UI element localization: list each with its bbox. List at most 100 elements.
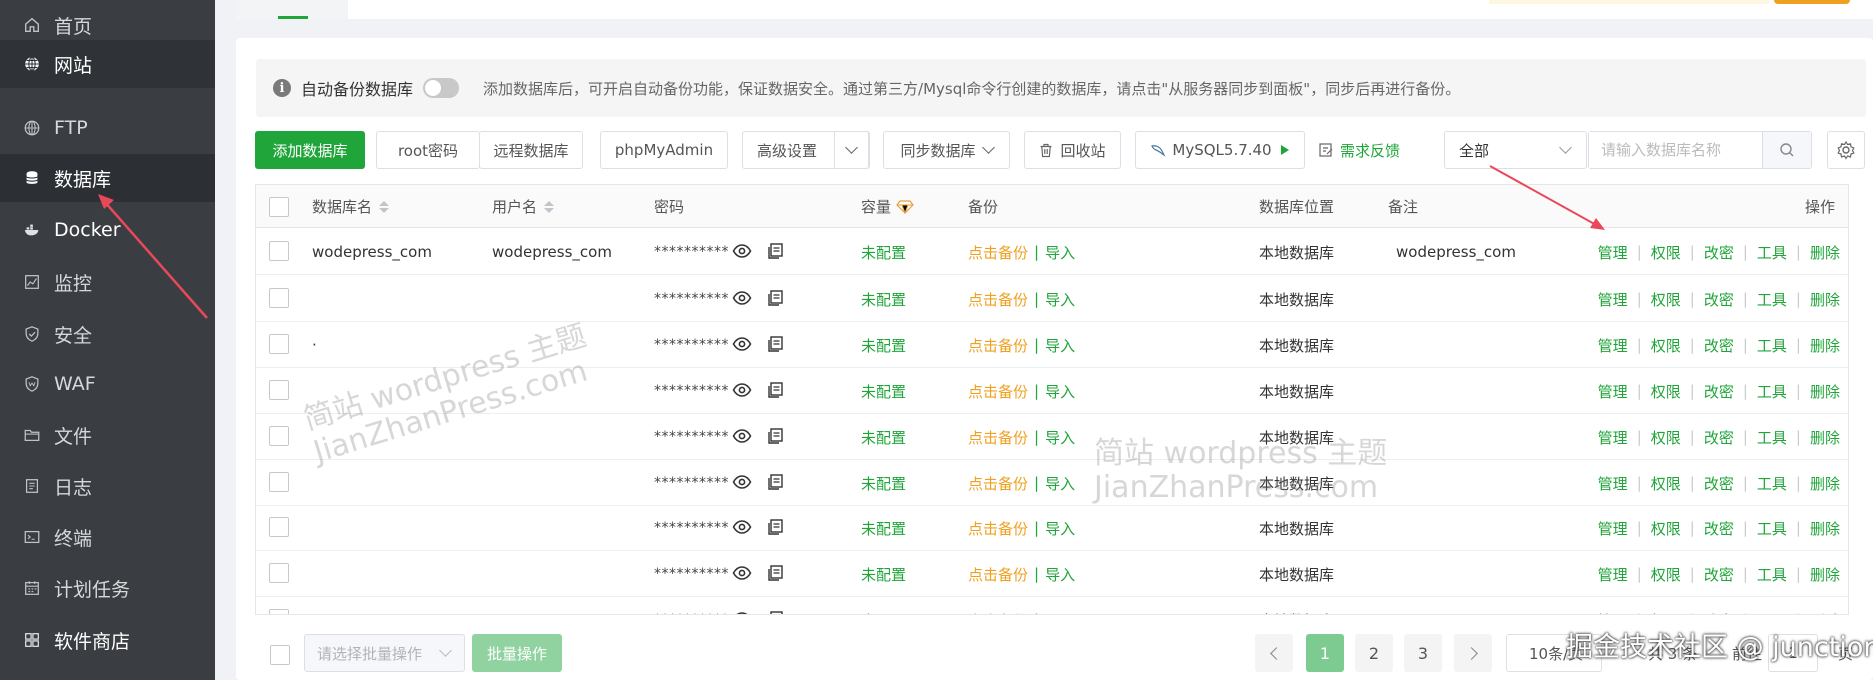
op-manage-link[interactable]: 管理: [1598, 564, 1628, 585]
page-3[interactable]: 3: [1404, 634, 1442, 672]
op-tools-link[interactable]: 工具: [1757, 473, 1787, 494]
op-change-password-link[interactable]: 改密: [1704, 381, 1734, 402]
backup-link[interactable]: 点击备份: [968, 518, 1028, 539]
op-change-password-link[interactable]: 改密: [1704, 610, 1734, 615]
op-delete-link[interactable]: 删除: [1810, 427, 1840, 448]
search-input[interactable]: [1589, 132, 1762, 168]
sidebar-item-logs[interactable]: 日志: [0, 462, 215, 510]
eye-icon[interactable]: [732, 474, 752, 494]
db-capacity[interactable]: 未配置: [861, 276, 906, 322]
op-delete-link[interactable]: 删除: [1810, 473, 1840, 494]
op-change-password-link[interactable]: 改密: [1704, 518, 1734, 539]
sidebar-item-website[interactable]: 网站: [0, 40, 215, 88]
op-permission-link[interactable]: 权限: [1651, 427, 1681, 448]
db-capacity[interactable]: 未配置: [861, 505, 906, 551]
op-change-password-link[interactable]: 改密: [1704, 427, 1734, 448]
op-delete-link[interactable]: 删除: [1810, 289, 1840, 310]
page-2[interactable]: 2: [1355, 634, 1393, 672]
op-manage-link[interactable]: 管理: [1598, 242, 1628, 263]
op-tools-link[interactable]: 工具: [1757, 289, 1787, 310]
op-delete-link[interactable]: 删除: [1810, 564, 1840, 585]
eye-icon[interactable]: [732, 519, 752, 539]
import-link[interactable]: 导入: [1045, 610, 1075, 615]
op-manage-link[interactable]: 管理: [1598, 518, 1628, 539]
batch-operation-button[interactable]: 批量操作: [472, 634, 562, 672]
op-delete-link[interactable]: 删除: [1810, 381, 1840, 402]
sidebar-item-files[interactable]: 文件: [0, 411, 215, 459]
prev-page-button[interactable]: [1255, 634, 1293, 672]
col-username[interactable]: 用户名: [492, 185, 555, 228]
op-delete-link[interactable]: 删除: [1810, 242, 1840, 263]
footer-select-all-checkbox[interactable]: [270, 645, 290, 665]
op-permission-link[interactable]: 权限: [1651, 381, 1681, 402]
op-change-password-link[interactable]: 改密: [1704, 564, 1734, 585]
op-change-password-link[interactable]: 改密: [1704, 473, 1734, 494]
copy-icon[interactable]: [766, 610, 784, 614]
op-delete-link[interactable]: 删除: [1810, 335, 1840, 356]
op-manage-link[interactable]: 管理: [1598, 427, 1628, 448]
mysql-version-button[interactable]: MySQL5.7.40: [1135, 131, 1305, 169]
op-tools-link[interactable]: 工具: [1757, 518, 1787, 539]
op-tools-link[interactable]: 工具: [1757, 242, 1787, 263]
next-page-button[interactable]: [1454, 634, 1492, 672]
op-change-password-link[interactable]: 改密: [1704, 335, 1734, 356]
op-tools-link[interactable]: 工具: [1757, 427, 1787, 448]
op-manage-link[interactable]: 管理: [1598, 289, 1628, 310]
db-capacity[interactable]: 未配置: [861, 551, 906, 597]
import-link[interactable]: 导入: [1045, 242, 1075, 263]
top-orange-button[interactable]: [1774, 0, 1850, 4]
copy-icon[interactable]: [766, 381, 784, 403]
eye-icon[interactable]: [732, 290, 752, 310]
sidebar-item-database[interactable]: 数据库: [0, 154, 215, 202]
eye-icon[interactable]: [732, 336, 752, 356]
op-delete-link[interactable]: 删除: [1810, 610, 1840, 615]
op-tools-link[interactable]: 工具: [1757, 564, 1787, 585]
row-checkbox[interactable]: [269, 517, 289, 537]
sidebar-item-monitor[interactable]: 监控: [0, 258, 215, 306]
copy-icon[interactable]: [766, 335, 784, 357]
sidebar-item-cron[interactable]: 计划任务: [0, 564, 215, 612]
copy-icon[interactable]: [766, 473, 784, 495]
row-checkbox[interactable]: [269, 426, 289, 446]
sync-database-button[interactable]: 同步数据库: [883, 131, 1010, 169]
import-link[interactable]: 导入: [1045, 473, 1075, 494]
sidebar-item-store[interactable]: 软件商店: [0, 616, 215, 664]
row-checkbox[interactable]: [269, 472, 289, 492]
op-manage-link[interactable]: 管理: [1598, 473, 1628, 494]
op-tools-link[interactable]: 工具: [1757, 335, 1787, 356]
op-permission-link[interactable]: 权限: [1651, 610, 1681, 615]
db-capacity[interactable]: 未配置: [861, 322, 906, 368]
import-link[interactable]: 导入: [1045, 564, 1075, 585]
add-database-button[interactable]: 添加数据库: [255, 131, 365, 169]
row-checkbox[interactable]: [269, 334, 289, 354]
eye-icon[interactable]: [732, 428, 752, 448]
op-tools-link[interactable]: 工具: [1757, 381, 1787, 402]
op-permission-link[interactable]: 权限: [1651, 289, 1681, 310]
op-manage-link[interactable]: 管理: [1598, 610, 1628, 615]
backup-link[interactable]: 点击备份: [968, 610, 1028, 615]
copy-icon[interactable]: [766, 289, 784, 311]
db-note[interactable]: wodepress_com: [1396, 229, 1516, 275]
backup-link[interactable]: 点击备份: [968, 427, 1028, 448]
row-checkbox[interactable]: [269, 609, 289, 614]
db-capacity[interactable]: 未配置: [861, 414, 906, 460]
op-permission-link[interactable]: 权限: [1651, 473, 1681, 494]
type-filter-select[interactable]: 全部: [1444, 131, 1587, 169]
settings-button[interactable]: [1827, 131, 1865, 169]
backup-link[interactable]: 点击备份: [968, 289, 1028, 310]
sidebar-item-waf[interactable]: WAF: [0, 360, 215, 408]
op-change-password-link[interactable]: 改密: [1704, 242, 1734, 263]
op-delete-link[interactable]: 删除: [1810, 518, 1840, 539]
backup-link[interactable]: 点击备份: [968, 242, 1028, 263]
row-checkbox[interactable]: [269, 288, 289, 308]
eye-icon[interactable]: [732, 382, 752, 402]
eye-icon[interactable]: [732, 611, 752, 614]
backup-link[interactable]: 点击备份: [968, 564, 1028, 585]
row-checkbox[interactable]: [269, 563, 289, 583]
import-link[interactable]: 导入: [1045, 381, 1075, 402]
op-permission-link[interactable]: 权限: [1651, 564, 1681, 585]
import-link[interactable]: 导入: [1045, 335, 1075, 356]
backup-link[interactable]: 点击备份: [968, 473, 1028, 494]
recycle-bin-button[interactable]: 回收站: [1024, 131, 1121, 169]
copy-icon[interactable]: [766, 242, 784, 264]
